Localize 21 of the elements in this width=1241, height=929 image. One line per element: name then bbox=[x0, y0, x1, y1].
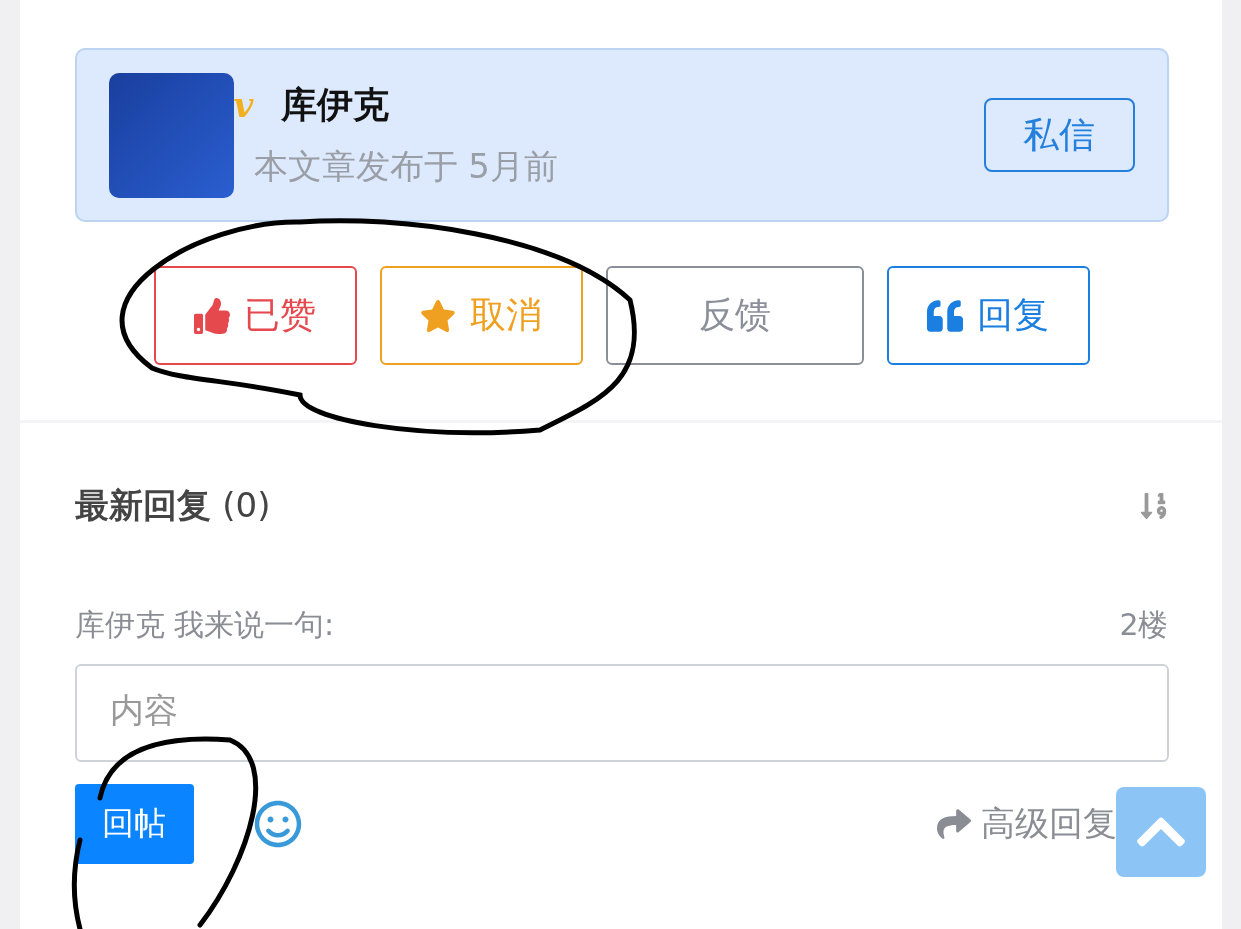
reply-prompt: 库伊克 我来说一句: bbox=[74, 606, 335, 644]
content-field[interactable]: 内容 bbox=[74, 664, 1169, 762]
thumbs-up-icon bbox=[194, 297, 230, 334]
author-name: 库伊克 bbox=[281, 82, 390, 127]
message-button[interactable]: 私信 bbox=[983, 98, 1135, 172]
plain-button[interactable]: 反馈 bbox=[605, 266, 864, 365]
advanced-reply-link[interactable]: 高级回复 bbox=[936, 801, 1117, 847]
sort-icon[interactable] bbox=[1138, 491, 1169, 521]
like-button[interactable]: 已赞 bbox=[153, 266, 357, 365]
share-arrow-icon bbox=[936, 807, 971, 841]
submit-button[interactable]: 回帖 bbox=[74, 784, 194, 864]
star-icon bbox=[420, 297, 456, 334]
verified-mark-text: v bbox=[233, 85, 254, 125]
quote-icon bbox=[927, 297, 963, 334]
emoji-icon[interactable] bbox=[253, 800, 302, 848]
favorite-button[interactable]: 取消 bbox=[379, 266, 583, 365]
quote-button[interactable]: 回复 bbox=[886, 266, 1090, 365]
back-to-top-button[interactable] bbox=[1116, 787, 1206, 877]
replies-title: 最新回复 (0) bbox=[74, 484, 271, 527]
floor-number: 2楼 bbox=[1119, 606, 1169, 644]
post-time: 本文章发布于 5月前 bbox=[253, 144, 559, 188]
